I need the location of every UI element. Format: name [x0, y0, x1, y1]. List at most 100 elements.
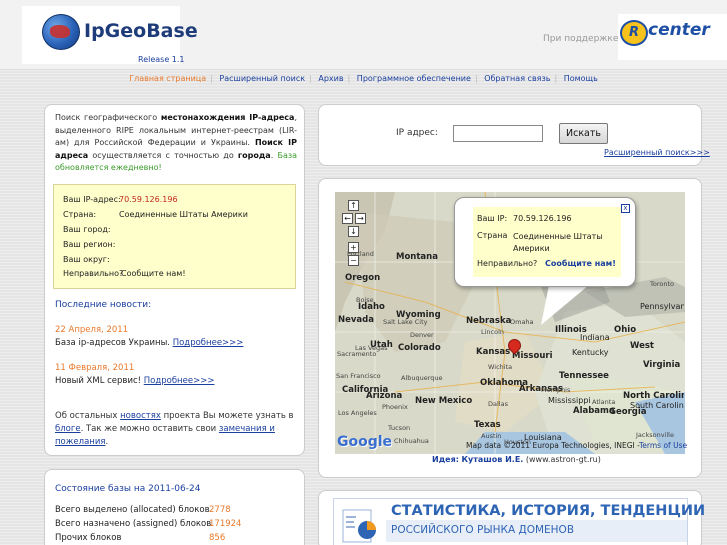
idea-credit: Идея: Куташов И.Е. (www.astron-gt.ru): [432, 455, 601, 464]
db-row-value: 856: [209, 533, 226, 543]
map-label: Denver: [410, 331, 434, 339]
map-label: Tennessee: [559, 371, 609, 381]
map-label: Toronto: [650, 280, 674, 288]
map-label: Tucson: [388, 424, 411, 432]
map-label: Memphis: [541, 386, 571, 394]
pan-right-icon[interactable]: →: [355, 213, 366, 224]
map-label: Phoenix: [382, 403, 408, 411]
zoom-in-icon[interactable]: +: [348, 242, 359, 253]
report-link[interactable]: Сообщите нам!: [121, 269, 186, 278]
map-label: Virginia: [643, 360, 681, 370]
map-label: South Carolina: [630, 401, 684, 410]
partner-logo-icon: R: [620, 20, 648, 46]
map-label: Nevada: [338, 315, 374, 325]
region-label: Ваш регион:: [63, 240, 116, 249]
popup-country-label: Страна: [477, 231, 508, 240]
map-label: Albuquerque: [401, 374, 443, 382]
globe-logo-icon: [42, 14, 80, 50]
pan-down-icon[interactable]: ↓: [348, 226, 359, 237]
ip-info-box: Ваш IP-адрес: 70.59.126.196 Страна: Соед…: [53, 184, 296, 289]
map-label: Boise: [356, 296, 374, 304]
search-button[interactable]: Искать: [559, 123, 608, 144]
district-label: Ваш округ:: [63, 255, 110, 264]
pan-up-icon[interactable]: ↑: [348, 200, 359, 211]
map-label: North Carolina: [623, 391, 684, 401]
news-item: База ip-адресов Украины. Подробнее>>>: [55, 338, 244, 348]
news-more-link[interactable]: Подробнее>>>: [173, 338, 244, 348]
nav-home[interactable]: Главная страница: [129, 74, 206, 83]
map-label: Salt Lake City: [383, 318, 428, 326]
map-label: Mississippi: [548, 396, 591, 405]
map-label: Colorado: [398, 343, 441, 353]
map-label: Montana: [396, 252, 438, 262]
popup-report-link[interactable]: Сообщите нам!: [545, 259, 616, 268]
map-label: Kentucky: [572, 348, 609, 357]
map-label: Oregon: [345, 273, 381, 283]
country-value: Соединенные Штаты Америки: [119, 210, 248, 219]
map-label: New Mexico: [415, 396, 473, 406]
map-label: Atlanta: [592, 398, 616, 406]
db-state-heading: Состояние базы на 2011-06-24: [55, 484, 201, 494]
popup-wrong-label: Неправильно?: [477, 259, 538, 268]
terms-link[interactable]: Terms of Use: [639, 441, 687, 450]
support-label: При поддержке: [543, 34, 619, 44]
map-label: Dallas: [488, 400, 508, 408]
map-label: Sacramento: [337, 350, 377, 358]
zoom-out-icon[interactable]: −: [348, 255, 359, 266]
pan-left-icon[interactable]: ←: [342, 213, 353, 224]
blog-link[interactable]: блоге: [55, 424, 81, 434]
news-item: Новый XML сервис! Подробнее>>>: [55, 376, 215, 386]
db-row-label: Всего выделено (allocated) блоков: [55, 505, 210, 515]
nav-archive[interactable]: Архив: [318, 74, 343, 83]
map-label: Wichita: [488, 363, 513, 371]
db-row-value: 171924: [209, 519, 242, 529]
map-label: Chihuahua: [394, 437, 429, 445]
intro-text: Поиск географического местонахождения IP…: [55, 113, 297, 172]
map-label: Kansas: [476, 347, 511, 357]
nav-help[interactable]: Помощь: [564, 74, 598, 83]
map-label: Pennsylvania: [640, 302, 684, 311]
country-label: Страна:: [63, 210, 97, 219]
map-label: Lincoln: [481, 328, 505, 336]
google-logo: Google: [337, 434, 393, 450]
map-label: Austin: [481, 432, 502, 440]
map-copyright: Map data ©2011 Europa Technologies, INEG…: [466, 441, 640, 450]
news-date: 22 Апреля, 2011: [55, 325, 129, 335]
map-label: Jacksonville: [636, 431, 674, 439]
advanced-search-link[interactable]: Расширенный поиск>>>: [604, 148, 710, 157]
banner-subtitle: РОССИЙСКОГО РЫНКА ДОМЕНОВ: [391, 524, 575, 536]
nav-software[interactable]: Программное обеспечение: [357, 74, 471, 83]
map-label: Indiana: [580, 333, 610, 342]
popup-ip-value: 70.59.126.196: [513, 214, 572, 223]
city-label: Ваш город:: [63, 225, 111, 234]
wrong-label: Неправильно?: [63, 269, 124, 278]
partner-logo-text: center: [648, 20, 710, 40]
db-row-value: 2778: [209, 505, 231, 515]
map-label: Missouri: [512, 351, 553, 361]
ip-label: Ваш IP-адрес:: [63, 195, 121, 204]
nav-feedback[interactable]: Обратная связь: [484, 74, 550, 83]
map-label: Arizona: [366, 391, 403, 401]
ip-search-input[interactable]: [453, 125, 543, 142]
db-row-label: Прочих блоков: [55, 533, 122, 543]
map-label: Ohio: [614, 325, 637, 335]
map-label: San Francisco: [336, 372, 381, 380]
news-more-link[interactable]: Подробнее>>>: [144, 376, 215, 386]
banner-title: СТАТИСТИКА, ИСТОРИЯ, ТЕНДЕНЦИИ: [391, 503, 706, 519]
popup-ip-label: Ваш IP:: [477, 214, 508, 223]
map-label: Nebraska: [466, 316, 512, 326]
map-label: Texas: [474, 420, 501, 430]
close-icon[interactable]: x: [621, 204, 630, 213]
news-date: 11 Февраля, 2011: [55, 363, 135, 373]
news-heading: Последние новости:: [55, 300, 152, 310]
ip-value: 70.59.126.196: [119, 195, 178, 204]
logo-text[interactable]: IpGeoBase: [84, 20, 198, 42]
nav-advanced-search[interactable]: Расширенный поиск: [219, 74, 305, 83]
map-label: West: [630, 341, 654, 351]
news-link[interactable]: новостях: [120, 411, 161, 421]
main-nav: Главная страница | Расширенный поиск | Арх…: [129, 74, 598, 83]
db-row-label: Всего назначено (assigned) блоков: [55, 519, 212, 529]
map-label: Los Angeles: [338, 409, 377, 417]
release-label: Release 1.1: [138, 55, 185, 64]
popup-country-value: Соединенные Штаты Америки: [513, 232, 603, 253]
